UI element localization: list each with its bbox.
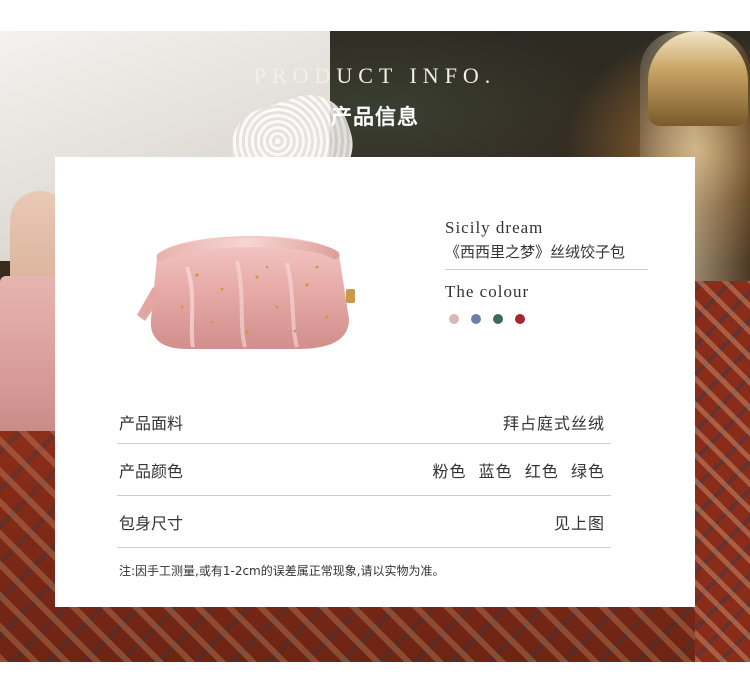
spec-row-colour: 产品颜色 粉色 蓝色 红色 绿色: [117, 444, 611, 496]
product-name-chinese: 《西西里之梦》丝绒饺子包: [445, 243, 626, 261]
colour-title: The colour: [445, 282, 530, 301]
carpet-edge: [695, 281, 750, 662]
measurement-note: 注:因手工测量,或有1-2cm的误差属正常现象,请以实物为准。: [119, 564, 445, 578]
colour-swatches: [445, 314, 648, 324]
swatch-pink: [449, 314, 459, 324]
spec-value: 见上图: [553, 513, 605, 533]
swatch-red: [515, 314, 525, 324]
spec-value: 粉色 蓝色 红色 绿色: [432, 461, 605, 481]
spec-table: 产品面料 拜占庭式丝绒 产品颜色 粉色 蓝色 红色 绿色 包身尺寸 见上图: [117, 401, 611, 548]
spec-row-size: 包身尺寸 见上图: [117, 496, 611, 548]
divider: [445, 269, 648, 270]
spec-label: 包身尺寸: [119, 513, 184, 533]
swatch-green: [493, 314, 503, 324]
product-image: [137, 236, 355, 349]
heading-chinese: 产品信息: [331, 105, 419, 129]
swatch-blue: [471, 314, 481, 324]
product-name-english: Sicily dream: [445, 218, 544, 237]
pink-velvet-box: [0, 276, 60, 446]
product-info-card: Sicily dream 《西西里之梦》丝绒饺子包 The colour 产品面…: [55, 157, 695, 607]
spec-row-fabric: 产品面料 拜占庭式丝绒: [117, 401, 611, 444]
spec-label: 产品颜色: [119, 461, 184, 481]
spec-label: 产品面料: [119, 414, 184, 433]
product-info: Sicily dream 《西西里之梦》丝绒饺子包 The colour: [445, 217, 648, 324]
heading-english: PRODUCT INFO.: [253, 63, 497, 88]
spec-value: 拜占庭式丝绒: [502, 414, 605, 433]
